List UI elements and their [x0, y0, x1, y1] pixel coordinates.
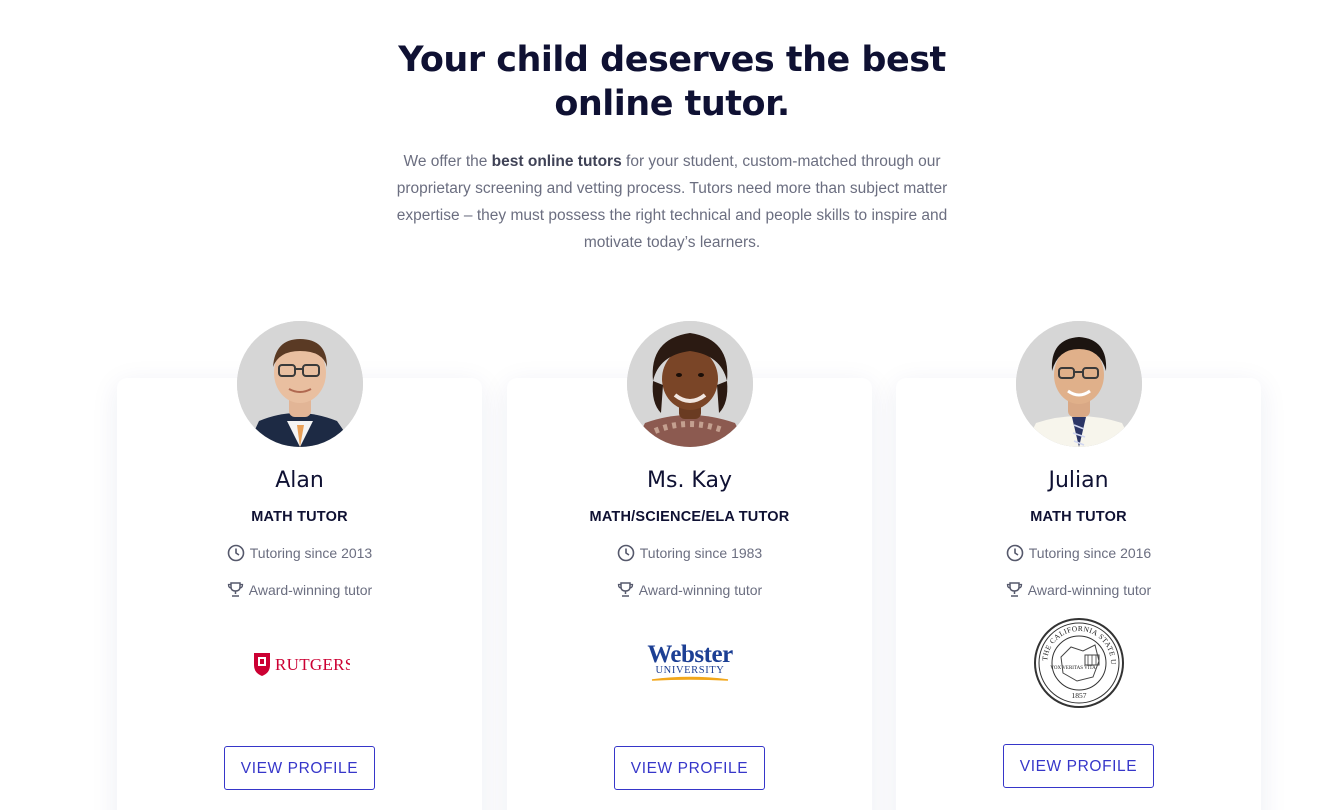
clock-icon — [1006, 544, 1024, 562]
seal-motto: VOX VERITAS VITA — [1050, 666, 1096, 671]
trophy-icon — [1006, 582, 1022, 597]
award-line: Award-winning tutor — [117, 581, 482, 598]
avatar — [237, 321, 363, 447]
award-text: Award-winning tutor — [1027, 581, 1152, 598]
hero-intro: We offer the best online tutors for your… — [372, 148, 972, 256]
tutor-name: Julian — [1048, 468, 1109, 493]
tutor-card-ms-kay: Ms. Kay MATH/SCIENCE/ELA TUTOR Tutoring … — [507, 321, 872, 810]
view-profile-button[interactable]: VIEW PROFILE — [224, 746, 375, 790]
trophy-icon — [617, 582, 633, 597]
tutor-name: Alan — [275, 468, 324, 493]
intro-text-bold: best online tutors — [491, 153, 622, 170]
tutor-card-julian: Julian MATH TUTOR Tutoring since 2016 Aw… — [896, 321, 1261, 810]
avatar — [627, 321, 753, 447]
award-line: Award-winning tutor — [896, 581, 1261, 598]
logo-subtext: UNIVERSITY — [655, 665, 724, 676]
tutoring-since-text: Tutoring since 1983 — [639, 545, 763, 561]
view-profile-button[interactable]: VIEW PROFILE — [1003, 744, 1154, 788]
award-line: Award-winning tutor — [507, 581, 872, 598]
intro-text-start: We offer the — [403, 153, 492, 170]
rutgers-logo: RUTGERS — [117, 618, 482, 708]
clock-icon — [227, 544, 245, 562]
avatar — [1016, 321, 1142, 447]
clock-icon — [617, 544, 635, 562]
trophy-icon — [227, 582, 243, 597]
hero-section: Your child deserves the best online tuto… — [0, 38, 1344, 256]
view-profile-button[interactable]: VIEW PROFILE — [614, 746, 765, 790]
tutor-role: MATH/SCIENCE/ELA TUTOR — [589, 509, 790, 525]
logo-text: RUTGERS — [275, 655, 350, 674]
webster-university-logo: Webster UNIVERSITY — [507, 618, 872, 708]
award-text: Award-winning tutor — [638, 581, 763, 598]
cal-state-seal-logo: THE CALIFORNIA STATE UNIVERSITY VOX VERI… — [896, 617, 1261, 708]
page-title: Your child deserves the best online tuto… — [398, 40, 946, 124]
seal-year: 1857 — [1071, 691, 1086, 700]
tutoring-since: Tutoring since 2016 — [896, 544, 1261, 562]
tutoring-since: Tutoring since 1983 — [507, 544, 872, 562]
tutor-card-alan: Alan MATH TUTOR Tutoring since 2013 Awar… — [117, 321, 482, 810]
tutoring-since-text: Tutoring since 2013 — [249, 545, 373, 561]
tutor-role: MATH TUTOR — [1030, 509, 1127, 525]
tutoring-since-text: Tutoring since 2016 — [1028, 545, 1152, 561]
tutoring-since: Tutoring since 2013 — [117, 544, 482, 562]
tutor-name: Ms. Kay — [647, 468, 732, 493]
award-text: Award-winning tutor — [248, 581, 373, 598]
logo-text: Webster — [647, 641, 733, 668]
tutor-role: MATH TUTOR — [251, 509, 348, 525]
